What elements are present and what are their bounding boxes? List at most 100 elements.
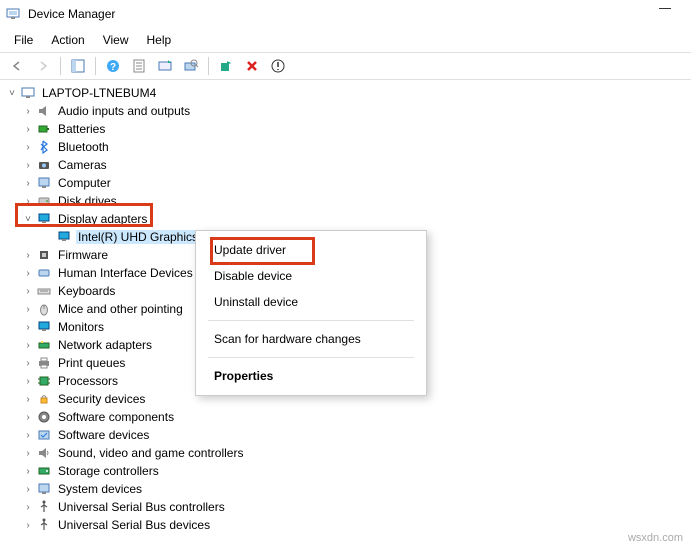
- tree-item-usb-controllers[interactable]: ›Universal Serial Bus controllers: [2, 498, 689, 516]
- tree-label: Bluetooth: [56, 140, 111, 154]
- uninstall-button[interactable]: [267, 55, 289, 77]
- tree-item-bluetooth[interactable]: › Bluetooth: [2, 138, 689, 156]
- back-button[interactable]: [6, 55, 28, 77]
- enable-button[interactable]: [215, 55, 237, 77]
- minimize-button[interactable]: [659, 8, 671, 9]
- tree-label: Audio inputs and outputs: [56, 104, 192, 118]
- chevron-down-icon[interactable]: ˅: [22, 214, 34, 225]
- separator: [95, 57, 96, 75]
- tree-label: Processors: [56, 374, 120, 388]
- chevron-right-icon[interactable]: ›: [22, 340, 34, 351]
- tree-item-system[interactable]: › System devices: [2, 480, 689, 498]
- display-icon: [56, 229, 72, 245]
- chevron-right-icon[interactable]: ›: [22, 502, 34, 513]
- tree-label: Cameras: [56, 158, 109, 172]
- help-button[interactable]: ?: [102, 55, 124, 77]
- usb-icon: [36, 499, 52, 515]
- security-icon: [36, 391, 52, 407]
- context-properties[interactable]: Properties: [196, 363, 426, 389]
- printer-icon: [36, 355, 52, 371]
- tree-label: LAPTOP-LTNEBUM4: [40, 86, 158, 100]
- tree-label: Print queues: [56, 356, 127, 370]
- chevron-right-icon[interactable]: ›: [22, 484, 34, 495]
- chevron-right-icon[interactable]: ›: [22, 124, 34, 135]
- chevron-right-icon[interactable]: ›: [22, 412, 34, 423]
- mouse-icon: [36, 301, 52, 317]
- svg-text:?: ?: [110, 62, 116, 73]
- tree-item-batteries[interactable]: › Batteries: [2, 120, 689, 138]
- context-disable-device[interactable]: Disable device: [196, 263, 426, 289]
- network-icon: [36, 337, 52, 353]
- tree-item-usb-devices[interactable]: › Universal Serial Bus devices: [2, 516, 689, 534]
- scan-button[interactable]: [180, 55, 202, 77]
- tree-label: Intel(R) UHD Graphics: [76, 230, 200, 244]
- chevron-right-icon[interactable]: ›: [22, 394, 34, 405]
- chevron-right-icon[interactable]: ›: [22, 358, 34, 369]
- disable-button[interactable]: [241, 55, 263, 77]
- tree-item-sound[interactable]: ›Sound, video and game controllers: [2, 444, 689, 462]
- chevron-right-icon[interactable]: ›: [22, 196, 34, 207]
- tree-label: Computer: [56, 176, 113, 190]
- tree-label: Security devices: [56, 392, 147, 406]
- chevron-right-icon[interactable]: ›: [22, 178, 34, 189]
- tree-item-computer[interactable]: › Computer: [2, 174, 689, 192]
- chevron-right-icon[interactable]: ›: [22, 160, 34, 171]
- window-title: Device Manager: [28, 7, 115, 21]
- chevron-right-icon[interactable]: ›: [22, 466, 34, 477]
- show-hide-tree-button[interactable]: [67, 55, 89, 77]
- chevron-right-icon[interactable]: ›: [22, 250, 34, 261]
- separator: [208, 57, 209, 75]
- menu-help[interactable]: Help: [139, 30, 180, 50]
- context-uninstall-device[interactable]: Uninstall device: [196, 289, 426, 315]
- title-bar: Device Manager: [0, 0, 691, 28]
- chip-icon: [36, 247, 52, 263]
- keyboard-icon: [36, 283, 52, 299]
- tree-label: Batteries: [56, 122, 107, 136]
- tree-item-storage[interactable]: › Storage controllers: [2, 462, 689, 480]
- tree-label: Network adapters: [56, 338, 154, 352]
- app-icon: [6, 6, 22, 22]
- menu-action[interactable]: Action: [43, 30, 92, 50]
- storage-icon: [36, 463, 52, 479]
- tree-label: Human Interface Devices: [56, 266, 195, 280]
- chevron-right-icon[interactable]: ›: [22, 304, 34, 315]
- tree-item-software-components[interactable]: ›Software components: [2, 408, 689, 426]
- forward-button[interactable]: [32, 55, 54, 77]
- chevron-down-icon[interactable]: ˅: [6, 88, 18, 99]
- component-icon: [36, 409, 52, 425]
- menu-view[interactable]: View: [95, 30, 137, 50]
- tree-item-display-adapters[interactable]: ˅ Display adapters: [2, 210, 689, 228]
- tree-item-software-devices[interactable]: ›Software devices: [2, 426, 689, 444]
- usb-icon: [36, 517, 52, 533]
- pc-icon: [36, 175, 52, 191]
- chevron-right-icon[interactable]: ›: [22, 520, 34, 531]
- chevron-right-icon[interactable]: ›: [22, 448, 34, 459]
- context-update-driver[interactable]: Update driver: [196, 237, 426, 263]
- tree-item-cameras[interactable]: › Cameras: [2, 156, 689, 174]
- chevron-right-icon[interactable]: ›: [22, 286, 34, 297]
- computer-icon: [20, 85, 36, 101]
- update-button[interactable]: [154, 55, 176, 77]
- chevron-right-icon[interactable]: ›: [22, 268, 34, 279]
- tree-label: System devices: [56, 482, 144, 496]
- tree-item-disk-drives[interactable]: ›Disk drives: [2, 192, 689, 210]
- properties-button[interactable]: [128, 55, 150, 77]
- tree-label: Display adapters: [56, 212, 149, 226]
- monitor-icon: [36, 319, 52, 335]
- chevron-right-icon[interactable]: ›: [22, 142, 34, 153]
- separator: [60, 57, 61, 75]
- chevron-right-icon[interactable]: ›: [22, 322, 34, 333]
- separator: [208, 320, 414, 321]
- separator: [208, 357, 414, 358]
- camera-icon: [36, 157, 52, 173]
- tree-label: Universal Serial Bus devices: [56, 518, 212, 532]
- tree-label: Storage controllers: [56, 464, 161, 478]
- tree-item-audio[interactable]: › Audio inputs and outputs: [2, 102, 689, 120]
- context-scan-hardware[interactable]: Scan for hardware changes: [196, 326, 426, 352]
- tree-root[interactable]: ˅ LAPTOP-LTNEBUM4: [2, 84, 689, 102]
- chevron-right-icon[interactable]: ›: [22, 430, 34, 441]
- chevron-right-icon[interactable]: ›: [22, 106, 34, 117]
- chevron-right-icon[interactable]: ›: [22, 376, 34, 387]
- tree-label: Monitors: [56, 320, 106, 334]
- menu-file[interactable]: File: [6, 30, 41, 50]
